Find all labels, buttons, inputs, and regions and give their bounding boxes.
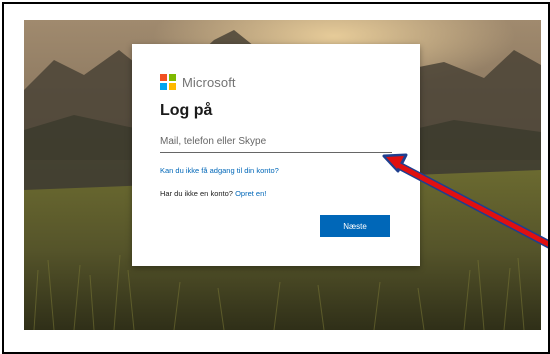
no-account-text: Har du ikke en konto?	[160, 189, 233, 198]
signin-card: Microsoft Log på Kan du ikke få adgang t…	[132, 44, 420, 266]
brand-name: Microsoft	[182, 74, 236, 90]
logo-square-red	[160, 74, 167, 81]
screenshot-frame: Microsoft Log på Kan du ikke få adgang t…	[2, 2, 550, 354]
email-phone-skype-input[interactable]	[160, 130, 392, 153]
page-title: Log på	[160, 102, 213, 119]
logo-square-green	[169, 74, 176, 81]
logo-square-blue	[160, 83, 167, 90]
cant-access-account-link[interactable]: Kan du ikke få adgang til din konto?	[160, 166, 279, 175]
microsoft-logo: Microsoft	[160, 74, 236, 90]
no-account-line: Har du ikke en konto? Opret en!	[160, 189, 266, 198]
next-button[interactable]: Næste	[320, 215, 390, 237]
logo-square-yellow	[169, 83, 176, 90]
microsoft-logo-icon	[160, 74, 176, 90]
create-account-link[interactable]: Opret en!	[235, 189, 266, 198]
